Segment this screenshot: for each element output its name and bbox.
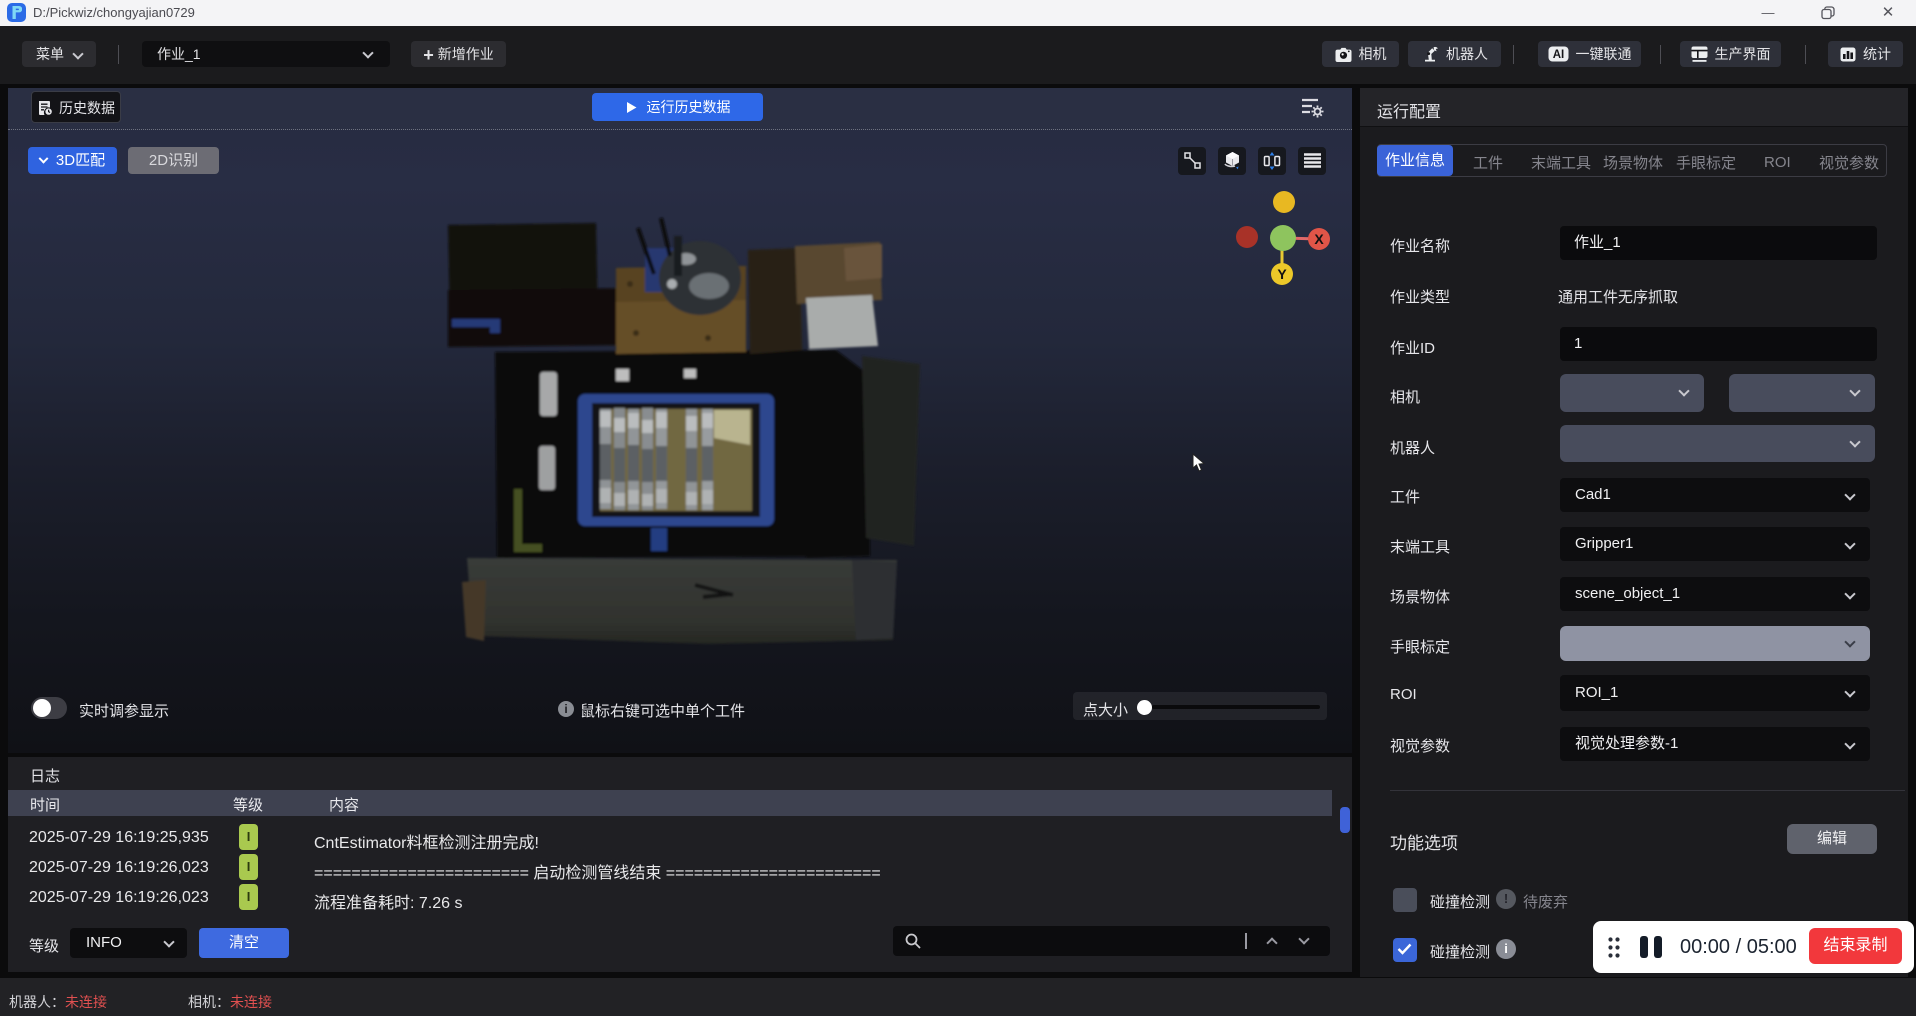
svg-text:X: X: [1314, 231, 1324, 247]
svg-text:AI: AI: [1552, 49, 1564, 61]
svg-text:Y: Y: [1277, 266, 1287, 282]
